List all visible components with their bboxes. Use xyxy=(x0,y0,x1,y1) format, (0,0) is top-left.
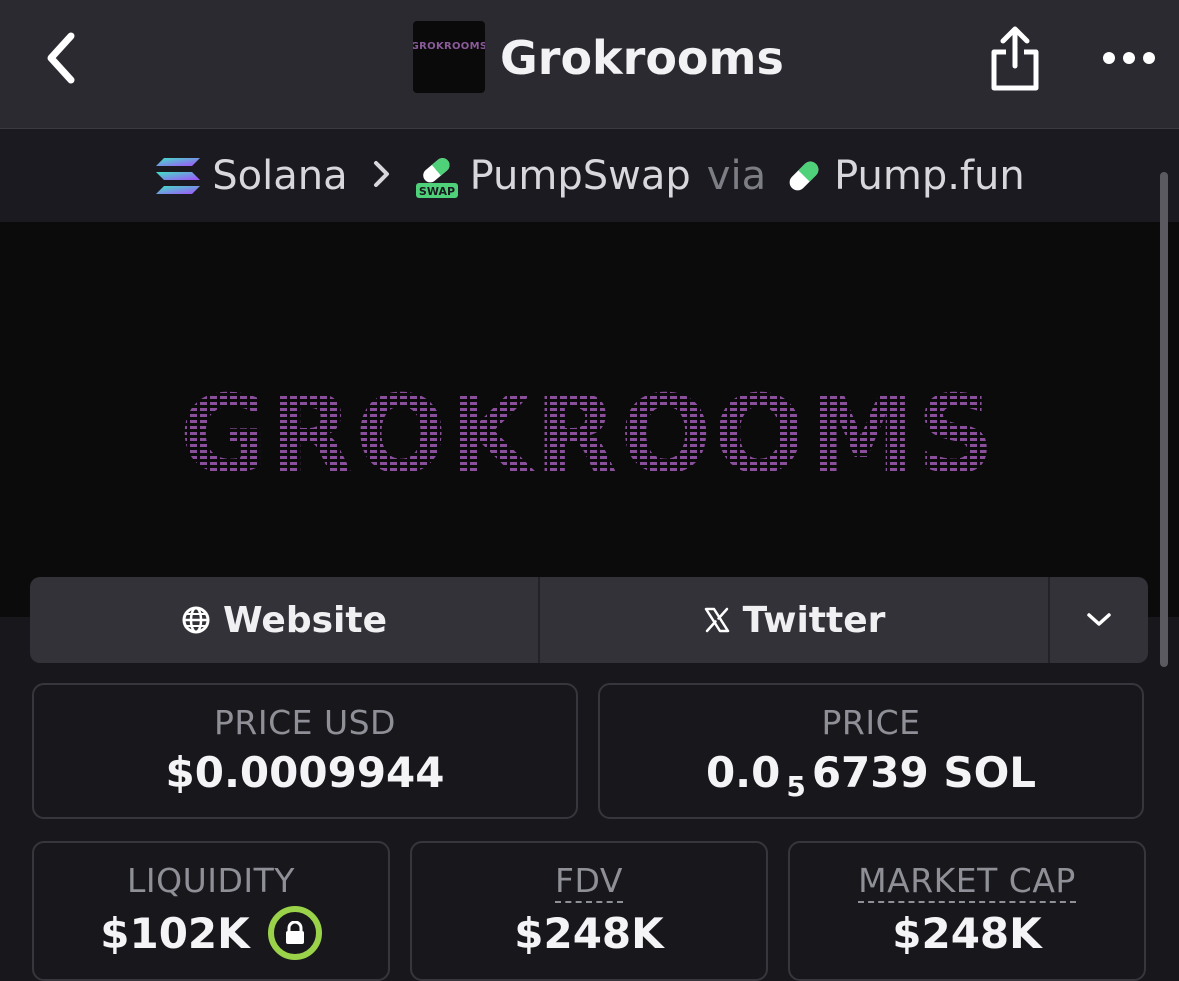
x-logo-icon xyxy=(704,607,729,633)
banner-text: GROKROOMS xyxy=(179,373,996,498)
back-button[interactable] xyxy=(38,30,84,86)
breadcrumb-chain-label: Solana xyxy=(212,152,348,199)
breadcrumb-dex[interactable]: SWAP PumpSwap xyxy=(414,153,691,199)
price-usd-card: PRICE USD $0.0009944 xyxy=(32,683,578,819)
token-logo-text: GROKROOMS xyxy=(413,41,485,52)
more-icon xyxy=(1103,52,1155,64)
liquidity-label: LIQUIDITY xyxy=(127,861,295,900)
token-banner: GROKROOMS xyxy=(0,222,1179,617)
chevron-left-icon xyxy=(47,32,75,84)
fdv-card: FDV $248K xyxy=(410,841,768,981)
breadcrumb-launchpad[interactable]: Pump.fun xyxy=(784,153,1025,199)
fdv-value: $248K xyxy=(514,909,664,958)
price-native-prefix: 0.0 xyxy=(705,748,781,797)
solana-icon xyxy=(156,157,201,194)
liquidity-card: LIQUIDITY $102K xyxy=(32,841,390,981)
links-row: Website Twitter xyxy=(30,577,1148,663)
top-bar: GROKROOMS Grokrooms xyxy=(0,0,1179,129)
pumpswap-badge-text: SWAP xyxy=(419,185,455,198)
more-button[interactable] xyxy=(1100,40,1158,76)
pumpswap-icon: SWAP xyxy=(415,157,458,198)
liquidity-lock-button[interactable] xyxy=(267,906,322,960)
globe-icon xyxy=(182,606,210,634)
lock-icon xyxy=(285,921,304,944)
twitter-button[interactable]: Twitter xyxy=(540,577,1050,663)
breadcrumb: Solana SWAP PumpSwap via Pump.fun xyxy=(0,129,1179,222)
share-icon xyxy=(991,26,1039,91)
breadcrumb-chain[interactable]: Solana xyxy=(154,152,348,199)
scrollbar[interactable] xyxy=(1160,172,1168,667)
liquidity-value: $102K xyxy=(100,908,250,958)
market-cap-card: MARKET CAP $248K xyxy=(788,841,1146,981)
banner-image: GROKROOMS xyxy=(179,373,996,498)
price-native-card: PRICE 0.0 5 6739 SOL xyxy=(598,683,1144,819)
price-native-suffix: 6739 SOL xyxy=(811,748,1037,797)
chevron-down-icon xyxy=(1087,613,1111,626)
token-logo: GROKROOMS xyxy=(413,21,485,93)
price-native-zero-count: 5 xyxy=(786,770,806,803)
price-usd-value: $0.0009944 xyxy=(165,748,445,797)
share-button[interactable] xyxy=(988,24,1042,94)
breadcrumb-dex-label: PumpSwap xyxy=(469,152,691,199)
website-button[interactable]: Website xyxy=(30,577,540,663)
chevron-right-icon xyxy=(372,153,392,199)
twitter-label: Twitter xyxy=(742,599,886,641)
price-native-label: PRICE xyxy=(821,703,921,742)
fdv-label[interactable]: FDV xyxy=(555,861,623,903)
market-cap-value: $248K xyxy=(892,909,1042,958)
pill-icon xyxy=(789,161,819,190)
more-links-button[interactable] xyxy=(1050,577,1148,663)
market-cap-label[interactable]: MARKET CAP xyxy=(858,861,1076,903)
price-usd-label: PRICE USD xyxy=(214,703,396,742)
price-native-value: 0.0 5 6739 SOL xyxy=(705,748,1037,803)
breadcrumb-via: via xyxy=(706,152,767,199)
website-label: Website xyxy=(222,599,387,641)
page-title: Grokrooms xyxy=(500,31,784,85)
breadcrumb-launchpad-label: Pump.fun xyxy=(834,152,1025,199)
liquidity-value-row: $102K xyxy=(100,906,322,960)
